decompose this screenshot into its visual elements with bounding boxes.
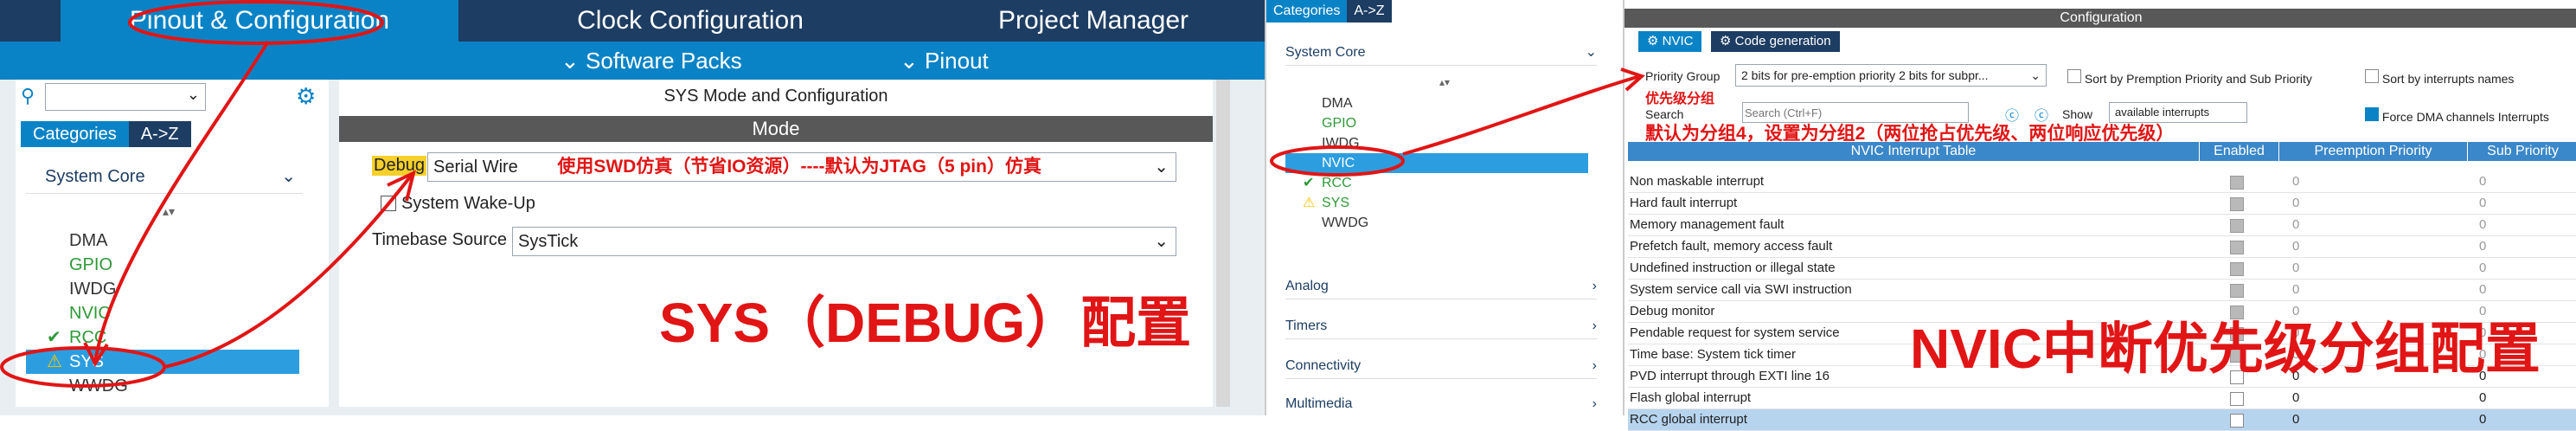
tab-highlight-ellipse: [128, 0, 384, 45]
enabled-checkbox[interactable]: [2230, 414, 2244, 428]
sys-highlight-ellipse: [0, 346, 166, 388]
annotation-overlay: [0, 0, 1645, 388]
nvic-highlight-ellipse: [1270, 145, 1405, 177]
arrow-line: [163, 173, 413, 369]
arrow-line: [1402, 74, 1641, 156]
arrow-line: [93, 40, 270, 363]
